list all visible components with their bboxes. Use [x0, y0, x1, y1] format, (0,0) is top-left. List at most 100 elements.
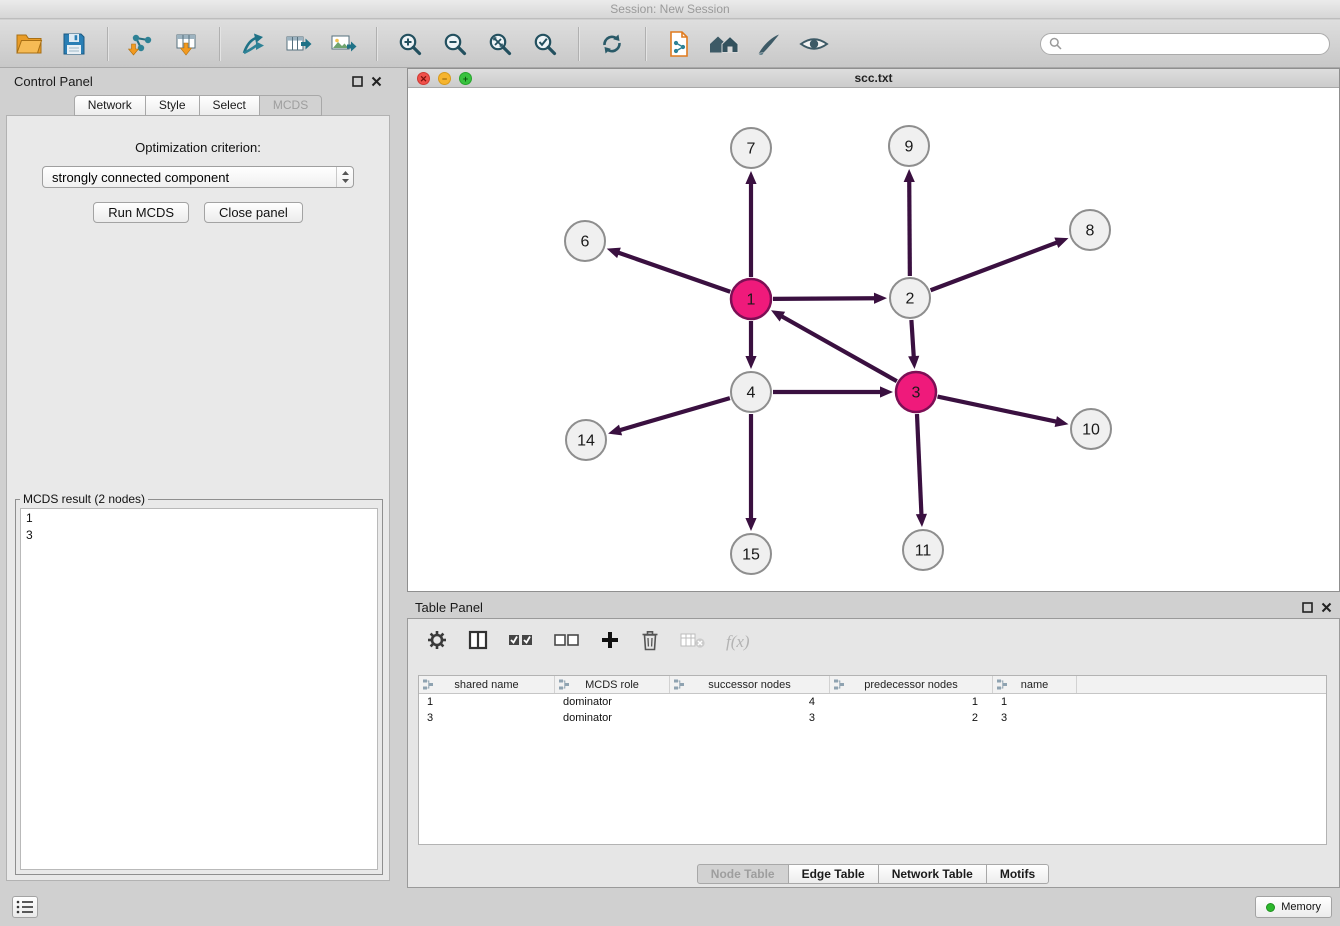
select-all-columns-button[interactable]: [508, 631, 534, 654]
graph-node-15[interactable]: 15: [731, 534, 771, 574]
export-image-button[interactable]: [324, 25, 362, 63]
toolbar-separator: [376, 27, 377, 61]
delete-row-button[interactable]: [640, 629, 660, 656]
graph-edge-2-8[interactable]: [931, 237, 1069, 290]
tab-style[interactable]: Style: [145, 95, 200, 116]
graph-node-10[interactable]: 10: [1071, 409, 1111, 449]
table-cell[interactable]: 4: [670, 694, 830, 710]
zoom-fit-button[interactable]: [481, 25, 519, 63]
tab-mcds[interactable]: MCDS: [259, 95, 322, 116]
close-panel-icon[interactable]: [371, 76, 382, 87]
unselect-all-columns-button[interactable]: [554, 631, 580, 654]
toolbar-search[interactable]: [1040, 33, 1330, 55]
column-header-shared-name[interactable]: shared name: [419, 676, 555, 693]
memory-status-icon: [1266, 903, 1275, 912]
graph-node-7[interactable]: 7: [731, 128, 771, 168]
open-session-button[interactable]: [10, 25, 48, 63]
table-cell[interactable]: 1: [419, 694, 555, 710]
graph-edge-4-14[interactable]: [608, 398, 730, 435]
function-builder-button[interactable]: f(x): [726, 632, 750, 652]
tab-edge-table[interactable]: Edge Table: [788, 864, 879, 884]
float-panel-icon[interactable]: [352, 76, 363, 87]
import-network-button[interactable]: [122, 25, 160, 63]
mcds-result-item[interactable]: 3: [21, 526, 377, 543]
show-graphics-button[interactable]: [795, 25, 833, 63]
column-header-predecessor-nodes[interactable]: predecessor nodes: [830, 676, 993, 693]
table-cell[interactable]: 3: [419, 710, 555, 726]
column-header-MCDS-role[interactable]: MCDS role: [555, 676, 670, 693]
zoom-in-button[interactable]: [391, 25, 429, 63]
optimization-criterion-select[interactable]: strongly connected component: [42, 166, 354, 188]
graph-edge-1-6[interactable]: [607, 248, 731, 292]
import-table-button[interactable]: [167, 25, 205, 63]
table-cell[interactable]: 2: [830, 710, 993, 726]
table-cell[interactable]: 1: [993, 694, 1077, 710]
zoom-selected-button[interactable]: [526, 25, 564, 63]
graph-node-1[interactable]: 1: [731, 279, 771, 319]
show-columns-button[interactable]: [468, 630, 488, 655]
save-session-button[interactable]: [55, 25, 93, 63]
mcds-result-item[interactable]: 1: [21, 509, 377, 526]
run-mcds-button[interactable]: Run MCDS: [93, 202, 189, 223]
delete-table-icon: [680, 631, 706, 649]
graph-edge-4-15[interactable]: [745, 414, 756, 531]
graph-node-9[interactable]: 9: [889, 126, 929, 166]
window-zoom-button[interactable]: +: [459, 72, 472, 85]
graph-edge-1-2[interactable]: [773, 293, 887, 304]
tab-select[interactable]: Select: [199, 95, 260, 116]
graph-node-11[interactable]: 11: [903, 530, 943, 570]
table-cell[interactable]: 3: [670, 710, 830, 726]
mcds-result-list[interactable]: 13: [20, 508, 378, 870]
table-cell[interactable]: 1: [830, 694, 993, 710]
table-cell[interactable]: 3: [993, 710, 1077, 726]
table-row[interactable]: 1dominator411: [419, 694, 1326, 710]
graph-edge-2-9[interactable]: [904, 169, 915, 276]
window-minimize-button[interactable]: −: [438, 72, 451, 85]
close-panel-button[interactable]: Close panel: [204, 202, 303, 223]
table-settings-button[interactable]: [426, 629, 448, 656]
graph-node-6[interactable]: 6: [565, 221, 605, 261]
add-row-button[interactable]: [600, 630, 620, 655]
graph-edge-3-11[interactable]: [916, 414, 927, 527]
share-document-button[interactable]: [660, 25, 698, 63]
svg-text:10: 10: [1082, 422, 1100, 439]
graph-edge-2-3[interactable]: [908, 320, 919, 369]
graph-node-2[interactable]: 2: [890, 278, 930, 318]
search-input[interactable]: [1068, 37, 1321, 51]
graph-edge-3-1[interactable]: [771, 310, 897, 381]
memory-button[interactable]: Memory: [1255, 896, 1332, 918]
network-window-titlebar[interactable]: scc.txt ✕ − +: [408, 69, 1339, 88]
tab-network[interactable]: Network: [74, 95, 146, 116]
new-table-button[interactable]: [279, 25, 317, 63]
table-row[interactable]: 3dominator323: [419, 710, 1326, 726]
tab-network-table[interactable]: Network Table: [878, 864, 987, 884]
tab-node-table[interactable]: Node Table: [697, 864, 789, 884]
network-canvas[interactable]: 1 2 3 4 6 7 8 9 10 11 14 15: [408, 88, 1339, 591]
column-header-successor-nodes[interactable]: successor nodes: [670, 676, 830, 693]
column-header-name[interactable]: name: [993, 676, 1077, 693]
graph-node-8[interactable]: 8: [1070, 210, 1110, 250]
new-network-button[interactable]: [234, 25, 272, 63]
graph-edge-4-3[interactable]: [773, 386, 893, 397]
network-view-window: scc.txt ✕ − + 1 2 3 4 6 7 8 9 10 11 14 15: [407, 68, 1340, 592]
apply-style-button[interactable]: [750, 25, 788, 63]
zoom-out-button[interactable]: [436, 25, 474, 63]
task-history-button[interactable]: [12, 896, 38, 918]
graph-edge-3-10[interactable]: [938, 397, 1069, 427]
table-cell[interactable]: dominator: [555, 694, 670, 710]
window-close-button[interactable]: ✕: [417, 72, 430, 85]
table-panel-content: f(x) shared nameMCDS rolesuccessor nodes…: [407, 618, 1340, 888]
tab-motifs[interactable]: Motifs: [986, 864, 1049, 884]
graph-node-14[interactable]: 14: [566, 420, 606, 460]
graph-edge-1-4[interactable]: [745, 321, 756, 369]
close-panel-icon[interactable]: [1321, 602, 1332, 613]
delete-table-button[interactable]: [680, 631, 706, 654]
graph-node-4[interactable]: 4: [731, 372, 771, 412]
refresh-button[interactable]: [593, 25, 631, 63]
graph-node-3[interactable]: 3: [896, 372, 936, 412]
float-panel-icon[interactable]: [1302, 602, 1313, 613]
table-cell[interactable]: dominator: [555, 710, 670, 726]
home-button[interactable]: [705, 25, 743, 63]
table-arrows-icon: [284, 31, 312, 57]
graph-edge-1-7[interactable]: [745, 171, 756, 277]
